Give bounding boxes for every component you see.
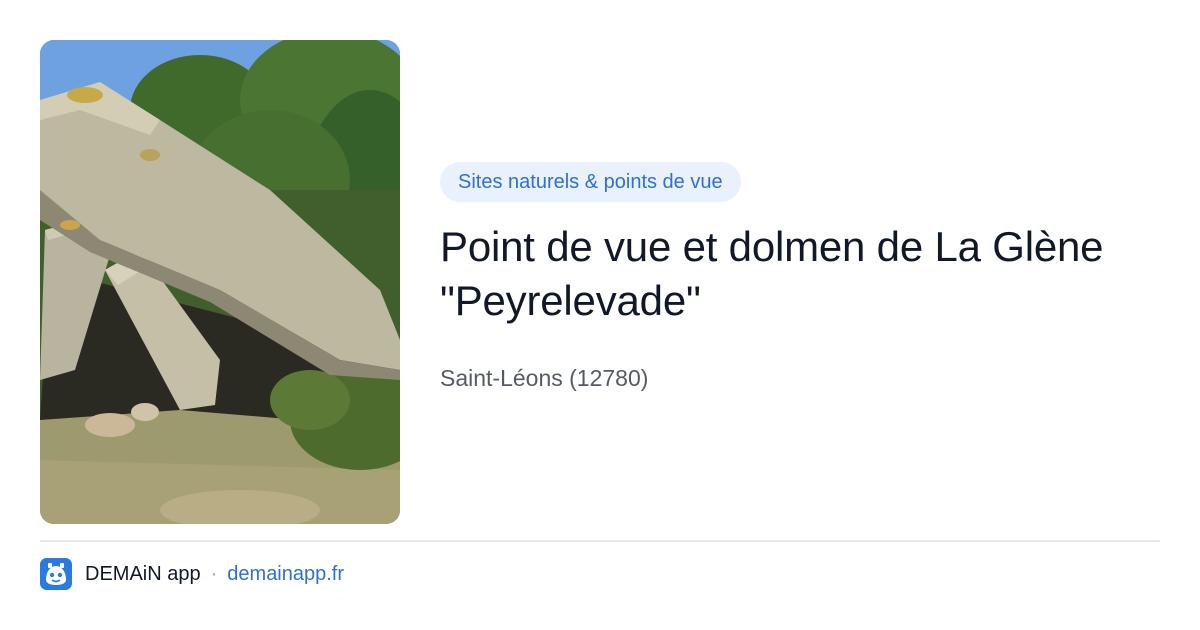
divider bbox=[40, 540, 1160, 542]
share-card: Sites naturels & points de vue Point de … bbox=[0, 0, 1200, 630]
page-title: Point de vue et dolmen de La Glène "Peyr… bbox=[440, 223, 1104, 324]
app-domain-link[interactable]: demainapp.fr bbox=[227, 563, 344, 586]
footer: DEMAiN app · demainapp.fr bbox=[40, 558, 344, 590]
app-name: DEMAiN app bbox=[85, 562, 201, 585]
app-logo-icon bbox=[40, 558, 72, 590]
dolmen-photo bbox=[40, 40, 400, 524]
category-badge[interactable]: Sites naturels & points de vue bbox=[440, 162, 741, 202]
footer-separator: · bbox=[210, 562, 218, 585]
card-info: Sites naturels & points de vue Point de … bbox=[440, 162, 1170, 394]
location-text: Saint-Léons (12780) bbox=[440, 365, 649, 391]
